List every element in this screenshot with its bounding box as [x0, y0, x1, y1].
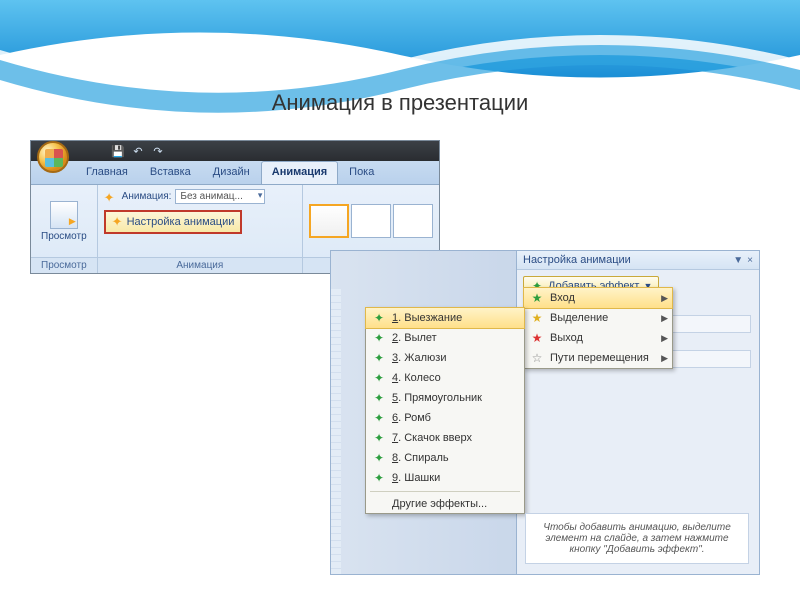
redo-icon[interactable]: ↷ [151, 144, 165, 158]
effect-item[interactable]: ✦ 8. Спираль [366, 448, 524, 468]
hint-text: Чтобы добавить анимацию, выделите элемен… [525, 513, 749, 564]
effect-item[interactable]: ✦ 4. Колесо [366, 368, 524, 388]
star-icon: ✦ [372, 351, 386, 365]
preview-icon [50, 201, 78, 229]
tab-slideshow[interactable]: Пока [338, 161, 385, 184]
menu-item-motion-paths[interactable]: ☆ Пути перемещения ▶ [524, 348, 672, 368]
vertical-ruler [331, 289, 341, 574]
effect-label: 8. Спираль [392, 452, 449, 464]
office-button[interactable] [37, 141, 69, 173]
menu-item-entrance[interactable]: ★ Вход ▶ [523, 287, 673, 309]
slide-decorative-wave [0, 0, 800, 140]
menu-separator [370, 491, 520, 492]
transition-thumb[interactable] [393, 204, 433, 238]
menu-label: Другие эффекты... [392, 498, 487, 510]
menu-label: Пути перемещения [550, 352, 649, 364]
effect-label: 6. Ромб [392, 412, 431, 424]
effect-label: 7. Скачок вверх [392, 432, 472, 444]
star-icon: ✦ [372, 311, 386, 325]
animate-icon: ✦ [104, 190, 118, 204]
effect-label: 4. Колесо [392, 372, 441, 384]
transition-gallery[interactable] [309, 204, 433, 238]
effect-category-menu: ★ Вход ▶ ★ Выделение ▶ ★ Выход ▶ ☆ Пути … [523, 287, 673, 369]
effect-label: 2. Вылет [392, 332, 437, 344]
menu-label: Вход [550, 292, 575, 304]
effect-label: 3. Жалюзи [392, 352, 447, 364]
quick-access-toolbar: 💾 ↶ ↷ [111, 144, 165, 158]
preview-button[interactable]: Просмотр [37, 199, 91, 244]
tab-design[interactable]: Дизайн [202, 161, 261, 184]
menu-label: Выделение [550, 312, 608, 324]
tab-home[interactable]: Главная [75, 161, 139, 184]
custom-animation-button[interactable]: ✦ Настройка анимации [104, 210, 243, 234]
group-label-animation: Анимация [98, 257, 302, 273]
transition-none[interactable] [309, 204, 349, 238]
effect-label: 5. Прямоугольник [392, 392, 482, 404]
star-icon: ✦ [372, 411, 386, 425]
animate-label: Анимация: [122, 191, 172, 202]
gear-icon: ✦ [112, 214, 123, 230]
pane-close-icon[interactable]: × [747, 255, 753, 266]
slide-title: Анимация в презентации [0, 90, 800, 116]
entrance-effects-menu: ✦ 1. Выезжание ✦ 2. Вылет ✦ 3. Жалюзи ✦ 4. Коле… [365, 307, 525, 514]
menu-item-exit[interactable]: ★ Выход ▶ [524, 328, 672, 348]
star-icon: ✦ [372, 391, 386, 405]
effect-item[interactable]: ✦ 3. Жалюзи [366, 348, 524, 368]
chevron-right-icon: ▶ [661, 333, 668, 344]
save-icon[interactable]: 💾 [111, 144, 125, 158]
group-label-preview: Просмотр [31, 257, 97, 273]
star-icon: ✦ [372, 331, 386, 345]
pane-titlebar: Настройка анимации ▼ × [517, 251, 759, 270]
window-titlebar: 💾 ↶ ↷ [31, 141, 439, 161]
tab-animation[interactable]: Анимация [261, 161, 338, 184]
star-icon: ✦ [372, 371, 386, 385]
chevron-right-icon: ▶ [661, 293, 668, 304]
ribbon-tabs: Главная Вставка Дизайн Анимация Пока [31, 161, 439, 185]
star-icon: ☆ [530, 351, 544, 365]
effect-item[interactable]: ✦ 7. Скачок вверх [366, 428, 524, 448]
star-icon: ★ [530, 291, 544, 305]
star-icon: ✦ [372, 451, 386, 465]
pane-dropdown-icon[interactable]: ▼ [733, 255, 743, 266]
menu-item-emphasis[interactable]: ★ Выделение ▶ [524, 308, 672, 328]
undo-icon[interactable]: ↶ [131, 144, 145, 158]
effect-item[interactable]: ✦ 6. Ромб [366, 408, 524, 428]
effect-label: 1. Выезжание [392, 312, 462, 324]
star-icon: ★ [530, 311, 544, 325]
tab-insert[interactable]: Вставка [139, 161, 202, 184]
effect-item[interactable]: ✦ 1. Выезжание [365, 307, 525, 329]
animate-combo[interactable]: Без анимац... [175, 189, 265, 204]
menu-item-more-effects[interactable]: Другие эффекты... [366, 495, 524, 513]
task-pane-screenshot: Настройка анимации ▼ × ✦ Добавить эффект… [330, 250, 760, 575]
effect-label: 9. Шашки [392, 472, 440, 484]
effect-item[interactable]: ✦ 5. Прямоугольник [366, 388, 524, 408]
effect-item[interactable]: ✦ 2. Вылет [366, 328, 524, 348]
menu-label: Выход [550, 332, 583, 344]
preview-label: Просмотр [41, 231, 87, 242]
star-icon: ✦ [372, 431, 386, 445]
chevron-right-icon: ▶ [661, 313, 668, 324]
star-icon: ★ [530, 331, 544, 345]
effect-item[interactable]: ✦ 9. Шашки [366, 468, 524, 488]
star-icon: ✦ [372, 471, 386, 485]
chevron-right-icon: ▶ [661, 353, 668, 364]
pane-title-text: Настройка анимации [523, 254, 631, 266]
custom-animation-label: Настройка анимации [127, 216, 235, 228]
transition-thumb[interactable] [351, 204, 391, 238]
